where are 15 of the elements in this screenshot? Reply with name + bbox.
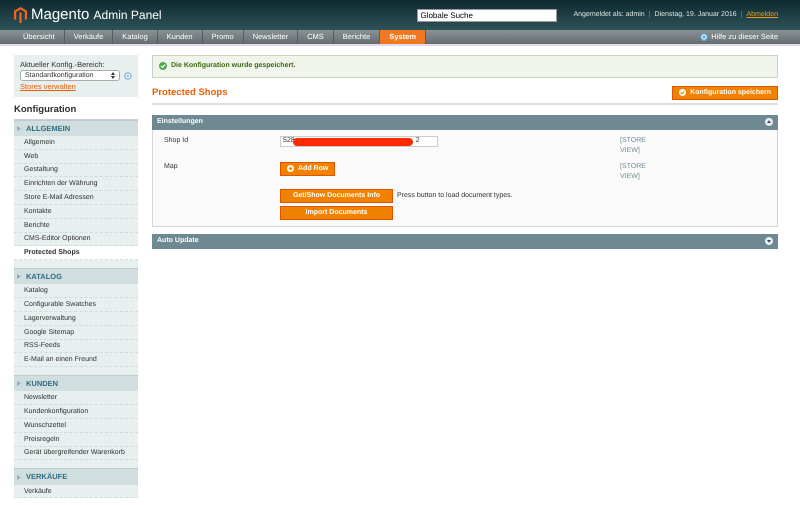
expand-arrow-icon: [17, 381, 21, 386]
plus-icon: [287, 165, 294, 172]
expand-icon: [765, 237, 773, 246]
search-field[interactable]: Globale Suche: [417, 8, 558, 22]
check-icon: [159, 62, 167, 70]
logo-icon: [14, 7, 27, 23]
expand-arrow-icon: [17, 274, 21, 280]
logo-text: Magento Admin Panel: [31, 4, 162, 25]
page-title: Protected Shops: [152, 86, 228, 100]
expand-arrow-icon: [17, 474, 21, 480]
collapse-icon: [765, 118, 773, 126]
check-icon: [679, 89, 686, 96]
help-icon[interactable]: [700, 33, 708, 41]
spinner-icon: [111, 72, 116, 80]
expand-arrow-icon: [17, 126, 21, 131]
